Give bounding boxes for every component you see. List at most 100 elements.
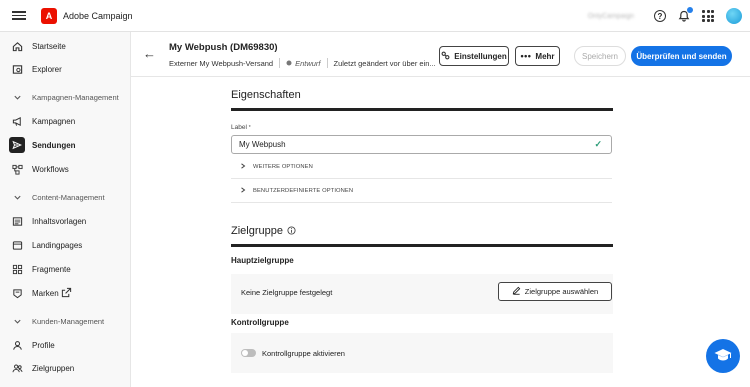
sidebar-item-label: Profile [32,340,55,350]
settings-button[interactable]: Einstellungen [439,46,509,66]
sidebar-item-profiles[interactable]: Profile [0,335,131,355]
status-badge: Entwurf [295,58,321,68]
brand-icon [11,287,23,299]
main-audience-title: Hauptzielgruppe [231,256,294,265]
last-modified: Zuletzt geändert vor über ein... [333,58,436,68]
sidebar-item-label: Kampagnen [32,116,76,126]
sidebar-item-label: Sendungen [32,140,76,150]
chevron-down-icon [11,91,23,103]
notifications-icon[interactable] [678,7,693,22]
save-button[interactable]: Speichern [574,46,626,66]
draft-status-icon [286,59,292,68]
menu-icon[interactable] [12,11,26,20]
org-switcher[interactable]: OnlyCampaign [588,13,634,20]
header-subtitle: Externer My Webpush-Versand Entwurf Zule… [169,58,436,68]
sidebar-item-label: Zielgruppen [32,363,75,373]
sidebar-section-customer-management[interactable]: Kunden-Management [0,311,131,331]
required-mark: * [248,125,251,131]
template-icon [11,215,23,227]
sidebar-item-workflows[interactable]: Workflows [0,159,131,179]
apps-grid-icon[interactable] [702,10,714,22]
divider [231,202,612,203]
adobe-logo-icon: A [41,7,57,24]
graduation-cap-icon [713,347,733,365]
edit-icon [512,286,521,297]
review-and-send-label: Überprüfen und senden [636,51,727,61]
info-icon[interactable] [287,225,296,237]
control-group-title: Kontrollgruppe [231,318,289,327]
sidebar-item-home[interactable]: Startseite [0,36,131,56]
more-button[interactable]: ••• Mehr [515,46,560,66]
home-icon [11,40,23,52]
chevron-right-icon [240,187,246,195]
divider [231,178,612,179]
sidebar-section-label: Content-Management [32,192,105,202]
section-divider [231,244,613,247]
more-dots-icon: ••• [520,51,532,61]
avatar[interactable] [726,8,742,24]
sidebar-section-content-management[interactable]: Content-Management [0,187,131,207]
custom-options-label: BENUTZERDEFINIERTE OPTIONEN [253,188,354,194]
save-label: Speichern [581,51,619,61]
select-audience-label: Zielgruppe auswählen [524,287,599,296]
sidebar-item-label: Inhaltsvorlagen [32,216,87,226]
more-label: Mehr [535,51,555,61]
more-options-accordion[interactable]: WEITERE OPTIONEN [240,163,313,171]
sidebar-section-label: Kampagnen-Management [32,92,119,102]
notification-badge [687,7,693,13]
label-input[interactable]: My Webpush ✓ [231,135,612,154]
external-link-icon [61,287,72,300]
label-field-text: Label [231,124,247,131]
chevron-down-icon [11,315,23,327]
sidebar-item-audiences[interactable]: Zielgruppen [0,358,131,378]
profile-icon [11,339,23,351]
section-title-properties: Eigenschaften [231,89,301,101]
audience-title-row: Zielgruppe [231,225,296,237]
chevron-down-icon [11,191,23,203]
sidebar-item-brands[interactable]: Marken [0,283,131,303]
section-divider [231,108,613,111]
sidebar: Startseite Explorer Kampagnen-Management… [0,32,131,387]
sidebar-item-campaigns[interactable]: Kampagnen [0,111,131,131]
sidebar-item-label: Startseite [32,41,66,51]
app-title: Adobe Campaign [63,10,133,21]
help-icon[interactable]: ? [654,10,666,22]
sidebar-item-label: Marken [32,288,59,298]
sidebar-item-label: Workflows [32,164,69,174]
sidebar-item-content-templates[interactable]: Inhaltsvorlagen [0,211,131,231]
sidebar-item-deliveries[interactable]: Sendungen [0,135,131,155]
label-input-value: My Webpush [239,140,286,149]
no-audience-text: Keine Zielgruppe festgelegt [241,288,333,297]
checkmark-icon: ✓ [594,139,602,149]
main-content: ← My Webpush (DM69830) Externer My Webpu… [131,32,750,387]
top-bar: A Adobe Campaign OnlyCampaign ? [0,0,750,32]
landingpage-icon [11,239,23,251]
delivery-header: ← My Webpush (DM69830) Externer My Webpu… [131,32,750,77]
select-audience-button[interactable]: Zielgruppe auswählen [498,282,612,301]
audiences-icon [11,362,23,374]
megaphone-icon [11,115,23,127]
control-group-toggle[interactable] [241,349,256,357]
sidebar-section-campaign-management[interactable]: Kampagnen-Management [0,87,131,107]
sidebar-item-landing-pages[interactable]: Landingpages [0,235,131,255]
sidebar-item-label: Explorer [32,64,62,74]
sidebar-item-label: Fragmente [32,264,71,274]
section-title-audience: Zielgruppe [231,225,283,237]
control-group-toggle-label: Kontrollgruppe aktivieren [262,349,345,358]
custom-options-accordion[interactable]: BENUTZERDEFINIERTE OPTIONEN [240,187,353,195]
channel-label: Externer My Webpush-Versand [169,58,274,68]
sidebar-item-explorer[interactable]: Explorer [0,59,131,79]
fragments-icon [11,263,23,275]
settings-icon [441,51,450,62]
page-title: My Webpush (DM69830) [169,42,278,53]
explorer-icon [11,63,23,75]
sidebar-section-label: Kunden-Management [32,316,105,326]
review-and-send-button[interactable]: Überprüfen und senden [631,46,732,66]
sidebar-item-fragments[interactable]: Fragmente [0,259,131,279]
sidebar-item-label: Landingpages [32,240,83,250]
back-arrow-icon[interactable]: ← [143,46,156,61]
workflow-icon [11,163,23,175]
learn-button[interactable] [706,339,740,373]
settings-label: Einstellungen [454,51,507,61]
chevron-right-icon [240,163,246,171]
